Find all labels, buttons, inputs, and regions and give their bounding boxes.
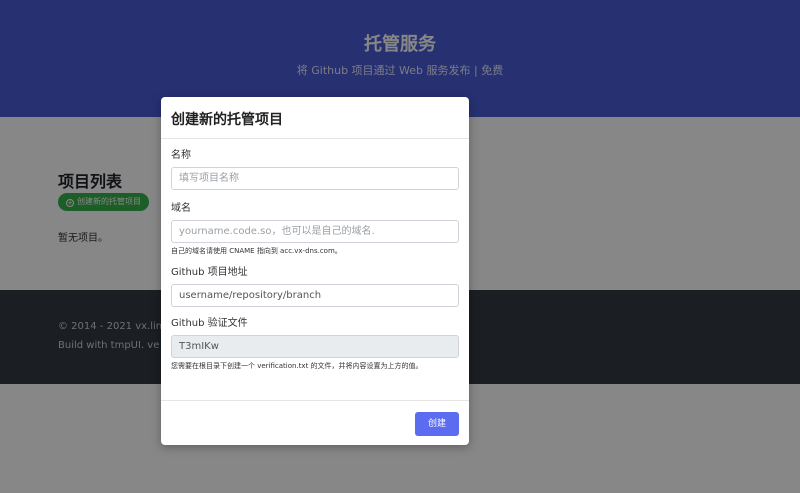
verify-hint: 您需要在根目录下创建一个 verification.txt 的文件，并将内容设置…	[171, 362, 423, 370]
verify-label: Github 验证文件	[171, 318, 248, 329]
name-input[interactable]: 填写项目名称	[171, 167, 459, 190]
modal-header: 创建新的托管项目	[161, 97, 469, 139]
modal-footer: 创建	[161, 400, 469, 445]
repo-label: Github 项目地址	[171, 267, 248, 278]
name-label: 名称	[171, 150, 191, 161]
modal-title: 创建新的托管项目	[171, 112, 283, 128]
submit-button[interactable]: 创建	[415, 412, 459, 436]
domain-label: 域名	[171, 203, 191, 214]
modal-body: 名称 填写项目名称 域名 yourname.code.so，也可以是自己的域名.…	[161, 139, 469, 371]
verify-input[interactable]: T3mIKw	[171, 335, 459, 358]
domain-hint: 自己的域名请使用 CNAME 指向到 acc.vx-dns.com。	[171, 247, 342, 255]
create-project-modal: 创建新的托管项目 名称 填写项目名称 域名 yourname.code.so，也…	[161, 97, 469, 445]
repo-input[interactable]: username/repository/branch	[171, 284, 459, 307]
domain-input[interactable]: yourname.code.so，也可以是自己的域名.	[171, 220, 459, 243]
